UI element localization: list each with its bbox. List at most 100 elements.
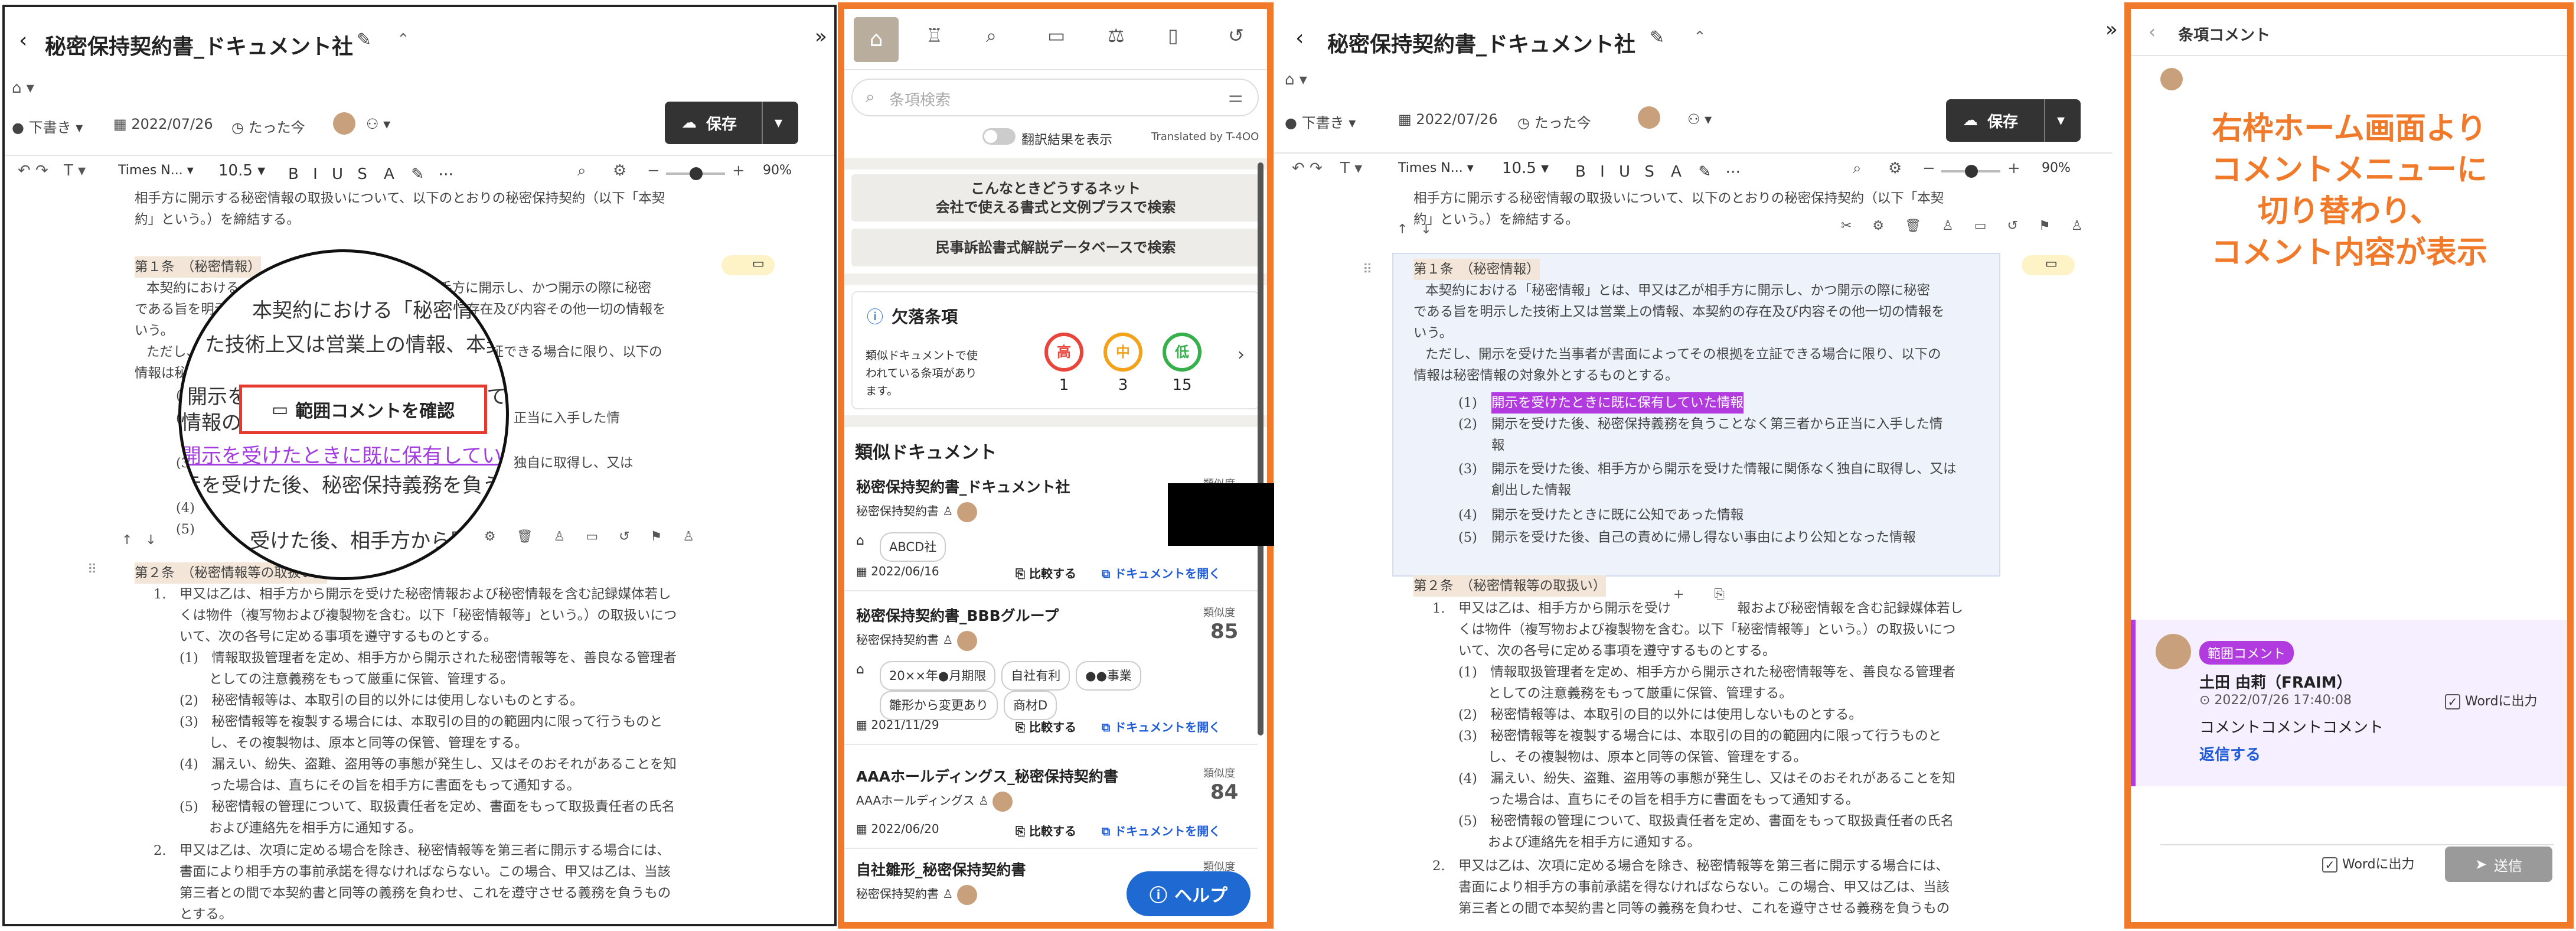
doc-line: 開示を受けたときに既に公知であった情報 — [1491, 507, 1744, 523]
doc-line: (5) 秘密情報の管理について、取扱責任者を定め、書面をもって取扱責任者の氏名 — [1458, 813, 1954, 829]
filter-icon[interactable]: ⚌ — [1228, 87, 1243, 106]
similar-doc-title[interactable]: 秘密保持契約書_ドキュメント社 — [856, 476, 1070, 497]
drag-handle-icon[interactable]: ⠿ — [87, 562, 97, 577]
similar-doc-title[interactable]: 自社雛形_秘密保持契約書 — [856, 858, 1026, 880]
back-icon[interactable]: ‹ — [2149, 22, 2156, 43]
tag[interactable]: ABCD社 — [880, 532, 946, 562]
item-number: (3) — [1458, 461, 1477, 477]
send-button[interactable]: ➤ 送信 — [2445, 847, 2552, 882]
doc-line: いて、次の各号に定める事項を遵守するものとする。 — [1458, 643, 1776, 659]
comment-card[interactable]: 範囲コメント 土田 由莉（FRAIM） ⊙ 2022/07/26 17:40:0… — [2131, 620, 2567, 786]
date-label: 2022/06/16 — [871, 564, 939, 578]
doc-line: (2) 秘密情報等は、本取引の目的以外には使用しないものとする。 — [1458, 707, 1862, 722]
highlighted-range[interactable]: 開示を受けたときに既に保有していた情報 — [1491, 392, 1744, 414]
award-icon[interactable]: ♖ — [926, 24, 943, 47]
comment-marker[interactable]: ▭ — [721, 255, 775, 275]
comment-icon[interactable]: ▭ — [1047, 24, 1065, 47]
tag[interactable]: ●●事業 — [1076, 661, 1141, 691]
comment-timestamp: ⊙ 2022/07/26 17:40:08 — [2199, 693, 2352, 708]
compare-button[interactable]: ⎘ 比較する — [1016, 564, 1076, 581]
range-comment-badge: 範囲コメント — [2199, 641, 2294, 665]
user-icon: ♙ — [978, 793, 990, 808]
avatar — [2160, 68, 2183, 90]
tag[interactable]: 雛形から変更あり — [880, 691, 998, 720]
help-button[interactable]: ⓘ ヘルプ — [1127, 871, 1251, 916]
icon-tab-bar: ⌂ ♖ ⌕ ▭ ⚖ ▯ ↺ — [844, 9, 1267, 70]
home-icon[interactable]: ⌂ — [854, 17, 899, 62]
banner-search-button-2[interactable]: 民事訴訟書式解説データベースで検索 — [851, 229, 1260, 266]
risk-counts: 高 1 中 3 低 15 — [1040, 333, 1217, 403]
translate-toggle[interactable] — [982, 128, 1016, 145]
banner-search-button-1[interactable]: こんなときどうするネット 会社で使える書式と文例プラスで検索 — [851, 174, 1260, 222]
compare-button[interactable]: ⎘ 比較する — [1016, 822, 1076, 839]
comment-panel: ‹ 条項コメント 右枠ホーム画面より コメントメニューに 切り替わり、 コメント… — [2124, 2, 2574, 929]
calendar-icon: ▦ — [856, 822, 867, 836]
zoom-line: 情報の — [181, 411, 241, 435]
open-document-link[interactable]: ⧉ ドキュメントを開く — [1102, 822, 1220, 839]
note-line: コメントメニューに — [2211, 152, 2487, 188]
annotation-note: 右枠ホーム画面より コメントメニューに 切り替わり、 コメント内容が表示 — [2143, 108, 2556, 274]
similarity-label: 類似度 — [1203, 607, 1235, 619]
stamp-icon[interactable]: ⚖ — [1108, 24, 1125, 47]
risk-item[interactable]: 中3 — [1099, 333, 1147, 394]
doc-line: (4) 漏えい、紛失、盗難、盗用等の事態が発生し、又はそのおそれがあることを知 — [179, 757, 677, 772]
similarity-label: 類似度 — [1203, 767, 1235, 780]
doc-line: いう。 — [1413, 325, 1453, 341]
reply-link[interactable]: 返信する — [2199, 743, 2261, 764]
note-line: 右枠ホーム画面より — [2212, 111, 2487, 147]
clause-search-input[interactable]: ⌕ 条項検索 ⚌ — [851, 79, 1259, 116]
book-icon[interactable]: ▯ — [1168, 24, 1178, 47]
open-label: ドキュメントを開く — [1114, 824, 1221, 838]
history-icon[interactable]: ↺ — [1228, 24, 1244, 47]
tag[interactable]: 商材D — [1004, 691, 1057, 720]
similar-doc-title[interactable]: AAAホールディングス_秘密保持契約書 — [856, 765, 1118, 786]
avatar — [2156, 634, 2191, 669]
doc-line: 創出した情報 — [1491, 483, 1572, 498]
tag-icon: ⌂ — [856, 662, 864, 677]
item-number: (2) — [1458, 416, 1477, 432]
word-output-label: Wordに出力 — [2465, 694, 2538, 709]
missing-clauses-card[interactable]: ⓘ 欠落条項 類似ドキュメントで使 われている条項があり ます。 高 1 中 3 低 15… — [851, 291, 1260, 409]
tag-icon: ⌂ — [856, 533, 864, 548]
doc-line: とする。 — [179, 907, 233, 922]
chevron-right-icon[interactable]: › — [1238, 344, 1245, 365]
doc-line: った場合は、直ちにその旨を相手方に書面をもって通知する。 — [1488, 792, 1859, 808]
note-line: コメント内容が表示 — [2211, 235, 2487, 271]
word-output-checkbox[interactable]: ✓ Wordに出力 — [2322, 854, 2415, 873]
doc-type: 秘密保持契約書 — [856, 633, 939, 647]
tag[interactable]: 自社有利 — [1001, 661, 1070, 691]
doc-line: 約」という。）を締結する。 — [135, 212, 300, 227]
word-output-checkbox[interactable]: ✓ Wordに出力 — [2445, 691, 2538, 709]
range-comment-button[interactable]: ▭ 範囲コメントを確認 — [239, 385, 487, 434]
doc-type-row: 秘密保持契約書 ♙ — [856, 630, 977, 651]
comment-input[interactable] — [2160, 804, 2554, 845]
block-move-arrows[interactable]: ↑ ↓ — [122, 529, 156, 548]
insert-block-icons[interactable]: + ⎘ — [1673, 587, 1738, 602]
comment-author: 土田 由莉（FRAIM） — [2199, 674, 2352, 692]
zoom-line: 示を受けた後、秘密保持義務を負うこと — [181, 474, 509, 497]
avatar — [956, 884, 977, 905]
risk-item[interactable]: 低 15 — [1158, 333, 1206, 394]
info-icon: ⓘ — [867, 307, 884, 327]
risk-item[interactable]: 高1 — [1040, 333, 1088, 394]
doc-line: し、その複製物は、原本と同等の保管、管理をする。 — [209, 735, 528, 751]
tag[interactable]: 20××年●月期限 — [880, 661, 996, 691]
doc-line: (1) 情報取扱管理者を定め、相手方から開示された秘密情報等を、善良なる管理者 — [179, 650, 677, 666]
doc-line: 開示を受けた後、秘密保持義務を負うことなく第三者から正当に入手した情 — [1491, 416, 1943, 432]
user-icon: ♙ — [942, 887, 954, 901]
risk-count: 1 — [1059, 376, 1069, 394]
left-editor-panel: ‹ 秘密保持契約書_ドキュメント社 ✎ ⌃ » ⌂ ▾ ● 下書き ▾ ▦ 20… — [2, 5, 837, 926]
doc-line: 2. 甲又は乙は、次項に定める場合を除き、秘密情報等を第三者に開示する場合には、 — [1432, 858, 1949, 874]
open-document-link[interactable]: ⧉ ドキュメントを開く — [1102, 718, 1220, 735]
send-label: 送信 — [2494, 857, 2523, 874]
similar-doc-title[interactable]: 秘密保持契約書_BBBグループ — [856, 604, 1059, 626]
doc-line: (5) 秘密情報の管理について、取扱責任者を定め、書面をもって取扱責任者の氏名 — [179, 799, 675, 815]
open-icon: ⧉ — [1102, 824, 1111, 838]
missing-desc-line: ます。 — [866, 385, 899, 398]
compare-label: 比較する — [1029, 720, 1076, 734]
search-icon[interactable]: ⌕ — [986, 24, 997, 47]
zoom-line: (5) 受けた後、相手方から開示を — [181, 529, 509, 553]
block-toolbar[interactable]: ⚙ 🗑 ♙ ▭ ↺ ⚑ ♙ — [484, 529, 703, 544]
compare-button[interactable]: ⎘ 比較する — [1016, 718, 1076, 735]
doc-line: 第三者との間で本契約書と同等の義務を負わせ、これを遵守させる義務を負うもの — [179, 886, 671, 901]
